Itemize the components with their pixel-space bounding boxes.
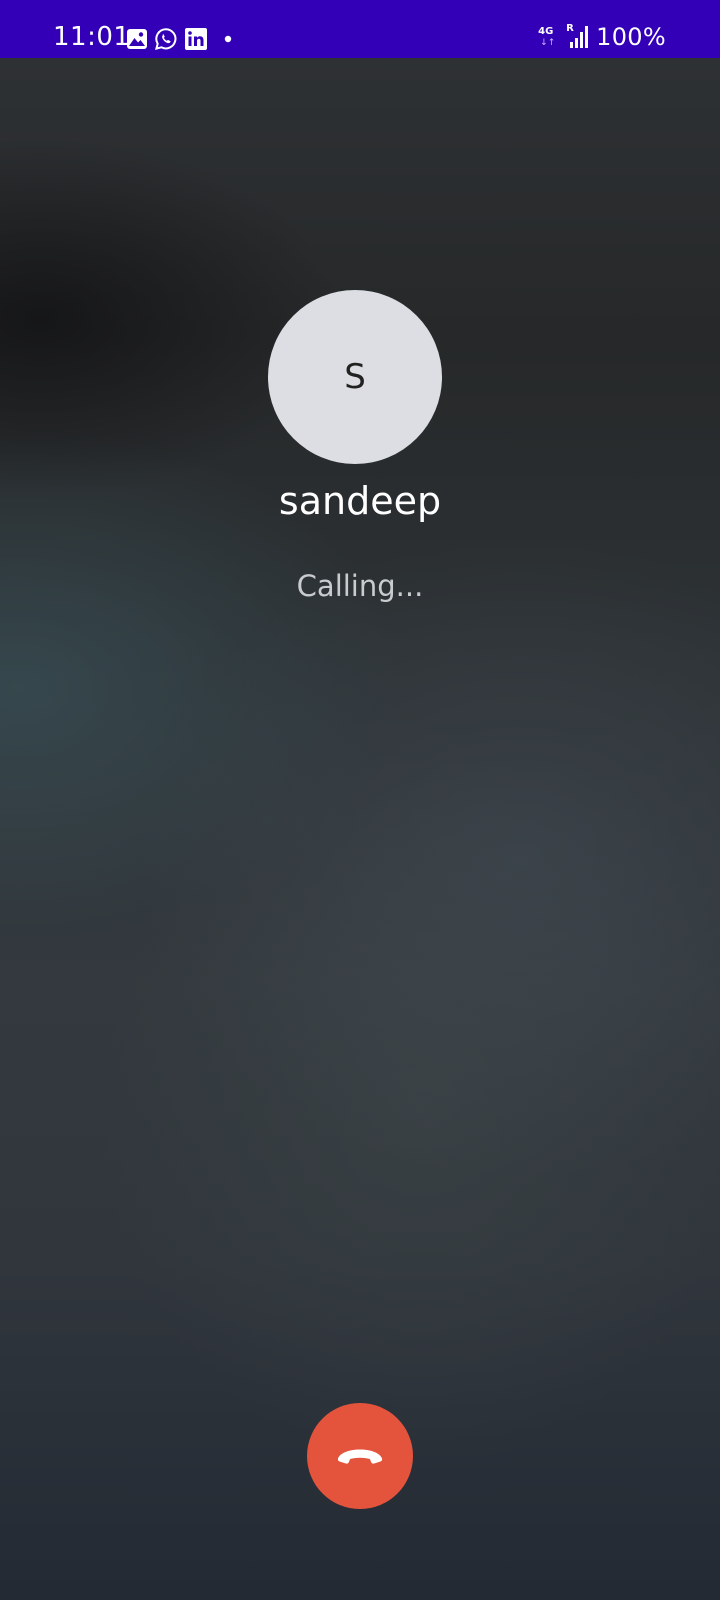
more-notifications-dot xyxy=(214,28,236,50)
status-time: 11:01 xyxy=(53,22,131,52)
avatar-initial: S xyxy=(344,357,366,397)
data-activity-arrows: ↓↑ xyxy=(540,38,556,48)
status-right: 4G ↓↑ R 100% xyxy=(538,20,666,54)
network-type-label: 4G xyxy=(538,26,554,37)
signal-icon: R xyxy=(566,24,589,50)
call-status: Calling... xyxy=(296,569,424,603)
notification-icons xyxy=(126,27,236,51)
battery-level: 100% xyxy=(596,23,666,51)
whatsapp-icon xyxy=(154,27,178,51)
avatar: S xyxy=(268,290,442,464)
network-type: 4G ↓↑ xyxy=(538,23,558,51)
gallery-icon xyxy=(126,28,148,50)
linkedin-icon xyxy=(184,27,208,51)
end-call-button[interactable] xyxy=(307,1403,413,1509)
caller-name: sandeep xyxy=(278,479,442,523)
phone-hangup-icon xyxy=(335,1444,385,1468)
call-screen: S sandeep Calling... xyxy=(0,58,720,1600)
status-bar: 11:01 4G ↓↑ R 100% xyxy=(0,0,720,58)
